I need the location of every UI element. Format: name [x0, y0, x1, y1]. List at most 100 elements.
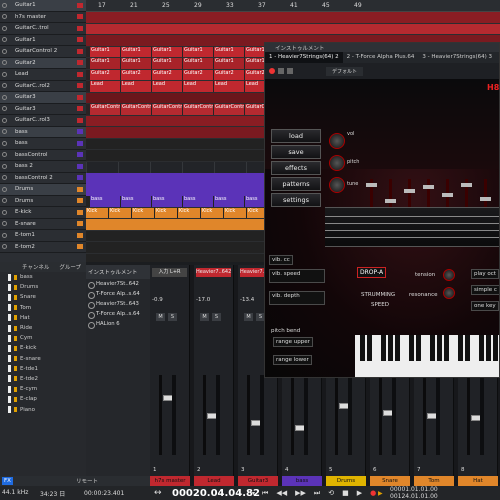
clip[interactable]: Kick: [109, 207, 131, 218]
vib-cc-label[interactable]: vib. cc: [269, 255, 293, 265]
clip[interactable]: Guitar1: [90, 58, 120, 69]
fretboard[interactable]: [325, 207, 499, 247]
record-enable-icon[interactable]: [2, 71, 7, 77]
record-enable-icon[interactable]: [2, 117, 7, 123]
input-routing[interactable]: 入力 L+R: [152, 268, 187, 277]
record-enable-icon[interactable]: [2, 186, 7, 192]
black-key[interactable]: [416, 335, 421, 361]
black-key[interactable]: [479, 335, 484, 361]
range-upper-label[interactable]: range upper: [273, 337, 313, 347]
track-header[interactable]: bass: [0, 138, 86, 150]
record-enable-icon[interactable]: [2, 140, 7, 146]
channel-list-item[interactable]: bass: [0, 272, 86, 282]
left-locator[interactable]: 00001.01.01.00: [390, 486, 438, 493]
resonance-knob[interactable]: [443, 287, 455, 299]
record-enable-icon[interactable]: [2, 48, 7, 54]
plugin-tab-2[interactable]: 2 - T-Force Alpha Plus.64: [343, 52, 419, 63]
clip[interactable]: Kick: [86, 207, 108, 218]
clip[interactable]: bass: [152, 196, 182, 207]
tab-group[interactable]: グループ: [59, 263, 81, 271]
simple-chord-button[interactable]: simple c: [471, 285, 499, 295]
slider-handle[interactable]: [385, 199, 396, 203]
track-header[interactable]: E-tom1: [0, 230, 86, 242]
clip[interactable]: Guitar2: [214, 69, 244, 80]
clip[interactable]: GuitarContro: [183, 104, 213, 115]
visibility-icon[interactable]: [8, 334, 11, 342]
mute-button[interactable]: M: [200, 313, 209, 321]
black-key[interactable]: [395, 335, 400, 361]
clip[interactable]: Guitar2: [121, 69, 151, 80]
visibility-icon[interactable]: [8, 324, 11, 332]
track-header[interactable]: GuitarC..trol: [0, 23, 86, 35]
remote-label[interactable]: リモート: [76, 477, 98, 485]
record-enable-icon[interactable]: [2, 152, 7, 158]
track-header[interactable]: bass 2: [0, 161, 86, 173]
channel-list-item[interactable]: E-tde1: [0, 364, 86, 374]
solo-button[interactable]: S: [168, 313, 177, 321]
instrument-slot[interactable]: Heavier7St..642: [86, 279, 150, 289]
record-enable-icon[interactable]: [2, 37, 7, 43]
clip[interactable]: Guitar1: [121, 58, 151, 69]
clip[interactable]: Kick: [201, 207, 223, 218]
record-enable-icon[interactable]: [2, 83, 7, 89]
visibility-icon[interactable]: [8, 385, 11, 393]
stop-icon[interactable]: ■: [342, 489, 349, 498]
clip[interactable]: GuitarContro: [121, 104, 151, 115]
clip[interactable]: Guitar2: [90, 69, 120, 80]
volume-fader[interactable]: [291, 375, 307, 455]
main-time-display[interactable]: 00020.04.04.82: [172, 488, 260, 499]
power-icon[interactable]: [269, 68, 275, 74]
play-icon[interactable]: ▶: [357, 489, 362, 498]
slider-handle[interactable]: [442, 193, 453, 197]
visibility-icon[interactable]: [8, 406, 11, 414]
instrument-slot[interactable]: T-Force Alp..s.64: [86, 309, 150, 319]
clip[interactable]: Guitar1: [121, 46, 151, 57]
clip[interactable]: Lead: [183, 81, 213, 92]
drop-tuning-button[interactable]: DROP-A: [357, 267, 387, 278]
clip[interactable]: Lead: [121, 81, 151, 92]
clip[interactable]: bass: [90, 196, 120, 207]
track-header[interactable]: Guitar2: [0, 57, 86, 69]
channel-list-item[interactable]: Ride: [0, 323, 86, 333]
instrument-slot[interactable]: HALion 6: [86, 319, 150, 329]
clip[interactable]: Guitar1: [214, 58, 244, 69]
track-header[interactable]: bassControl 2: [0, 173, 86, 184]
record-enable-icon[interactable]: [2, 14, 7, 20]
visibility-icon[interactable]: [8, 375, 11, 383]
channel-list-item[interactable]: Hat: [0, 313, 86, 323]
record-enable-icon[interactable]: [2, 209, 7, 215]
track-header[interactable]: bass: [0, 126, 86, 138]
volume-fader[interactable]: [247, 375, 263, 455]
track-header[interactable]: GuitarC..rol3: [0, 115, 86, 127]
visibility-icon[interactable]: [8, 304, 11, 312]
save-button[interactable]: save: [271, 145, 321, 159]
track-header[interactable]: h7s master: [0, 12, 86, 23]
dropdown-icon[interactable]: ▾: [252, 490, 262, 497]
track-header[interactable]: Drums: [0, 184, 86, 196]
record-enable-icon[interactable]: [2, 232, 7, 238]
timeline-ruler[interactable]: 17 21 25 29 33 37 41 45 49: [86, 0, 500, 12]
track-header[interactable]: E-tom2: [0, 242, 86, 253]
play-oct-button[interactable]: play oct: [471, 269, 499, 279]
channel-list-item[interactable]: Tom: [0, 303, 86, 313]
track-header[interactable]: Lead: [0, 69, 86, 81]
visibility-icon[interactable]: [8, 293, 11, 301]
instrument-slot[interactable]: Heavier7St..643: [86, 299, 150, 309]
track-header[interactable]: bassControl: [0, 150, 86, 161]
track-header[interactable]: Guitar1: [0, 35, 86, 46]
record-enable-icon[interactable]: [2, 129, 7, 135]
black-key[interactable]: [430, 335, 435, 361]
slider-handle[interactable]: [366, 183, 377, 187]
record-enable-icon[interactable]: [2, 94, 7, 100]
channel-list-item[interactable]: Cym: [0, 333, 86, 343]
visibility-icon[interactable]: [8, 344, 11, 352]
clip[interactable]: GuitarContro: [214, 104, 244, 115]
volume-fader[interactable]: [159, 375, 175, 455]
solo-button[interactable]: S: [212, 313, 221, 321]
clip[interactable]: Guitar1: [183, 58, 213, 69]
channel-list-item[interactable]: Snare: [0, 292, 86, 302]
load-button[interactable]: load: [271, 129, 321, 143]
visibility-icon[interactable]: [8, 283, 11, 291]
track-lane[interactable]: [86, 23, 500, 35]
preset-selector[interactable]: デフォルト: [326, 66, 364, 76]
